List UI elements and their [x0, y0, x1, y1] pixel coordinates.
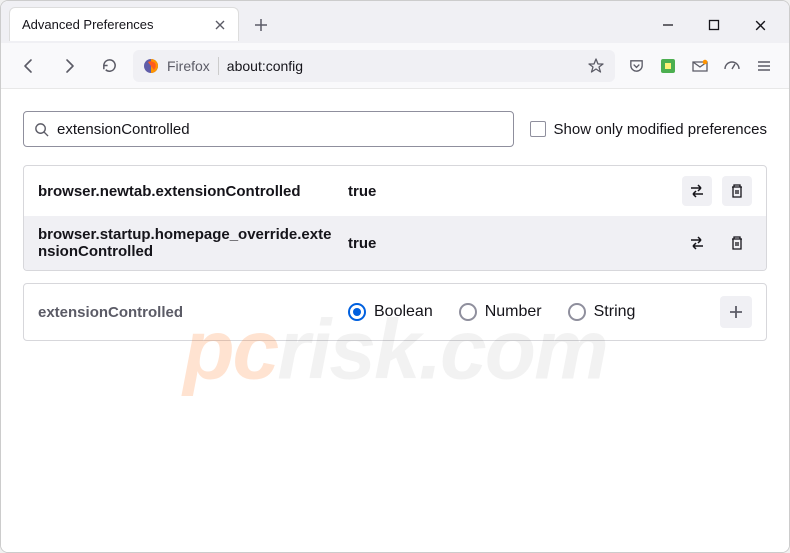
window-controls — [659, 7, 781, 43]
page-content: pcrisk.com Show only modified preference… — [1, 89, 789, 552]
urlbar-separator — [218, 57, 219, 75]
pref-name: browser.startup.homepage_override.extens… — [38, 226, 336, 260]
preference-row[interactable]: browser.startup.homepage_override.extens… — [24, 216, 766, 270]
radio-number[interactable]: Number — [459, 303, 542, 321]
pref-search-box[interactable] — [23, 111, 514, 147]
url-bar[interactable]: Firefox about:config — [133, 50, 615, 82]
new-preference-row: extensionControlled Boolean Number Strin… — [23, 283, 767, 341]
firefox-icon — [143, 58, 159, 74]
pocket-icon[interactable] — [627, 57, 645, 75]
bookmark-star-icon[interactable] — [587, 57, 605, 75]
minimize-button[interactable] — [659, 16, 677, 34]
toolbar-actions — [623, 57, 777, 75]
pref-value: true — [348, 183, 670, 200]
tab-title: Advanced Preferences — [22, 17, 154, 32]
radio-label: Number — [485, 303, 542, 321]
pref-actions — [682, 228, 752, 258]
radio-string[interactable]: String — [568, 303, 636, 321]
titlebar: Advanced Preferences — [1, 1, 789, 43]
show-modified-checkbox[interactable] — [530, 121, 546, 137]
preference-list: browser.newtab.extensionControlled true … — [23, 165, 767, 271]
back-button[interactable] — [13, 50, 45, 82]
urlbar-source-label: Firefox — [167, 58, 210, 74]
dashboard-icon[interactable] — [723, 57, 741, 75]
close-tab-icon[interactable] — [214, 19, 226, 31]
mail-icon[interactable] — [691, 57, 709, 75]
pref-actions — [682, 176, 752, 206]
reload-button[interactable] — [93, 50, 125, 82]
browser-tab[interactable]: Advanced Preferences — [9, 7, 239, 41]
new-pref-name: extensionControlled — [38, 304, 336, 321]
navigation-toolbar: Firefox about:config — [1, 43, 789, 89]
radio-boolean[interactable]: Boolean — [348, 303, 433, 321]
pref-search-input[interactable] — [57, 121, 503, 138]
search-icon — [34, 122, 49, 137]
delete-button[interactable] — [722, 176, 752, 206]
new-tab-button[interactable] — [245, 9, 277, 41]
search-row: Show only modified preferences — [23, 111, 767, 147]
radio-icon — [459, 303, 477, 321]
extension-icon[interactable] — [659, 57, 677, 75]
menu-icon[interactable] — [755, 57, 773, 75]
type-radio-group: Boolean Number String — [348, 303, 708, 321]
radio-icon — [348, 303, 366, 321]
pref-value: true — [348, 235, 670, 252]
forward-button[interactable] — [53, 50, 85, 82]
delete-button[interactable] — [722, 228, 752, 258]
radio-icon — [568, 303, 586, 321]
show-modified-checkbox-row[interactable]: Show only modified preferences — [530, 121, 767, 138]
radio-label: String — [594, 303, 636, 321]
url-text: about:config — [227, 58, 579, 74]
radio-label: Boolean — [374, 303, 433, 321]
toggle-button[interactable] — [682, 228, 712, 258]
add-pref-button[interactable] — [720, 296, 752, 328]
maximize-button[interactable] — [705, 16, 723, 34]
preference-row[interactable]: browser.newtab.extensionControlled true — [24, 166, 766, 216]
browser-window: Advanced Preferences — [0, 0, 790, 553]
close-window-button[interactable] — [751, 16, 769, 34]
pref-name: browser.newtab.extensionControlled — [38, 183, 336, 200]
show-modified-label: Show only modified preferences — [554, 121, 767, 138]
toggle-button[interactable] — [682, 176, 712, 206]
